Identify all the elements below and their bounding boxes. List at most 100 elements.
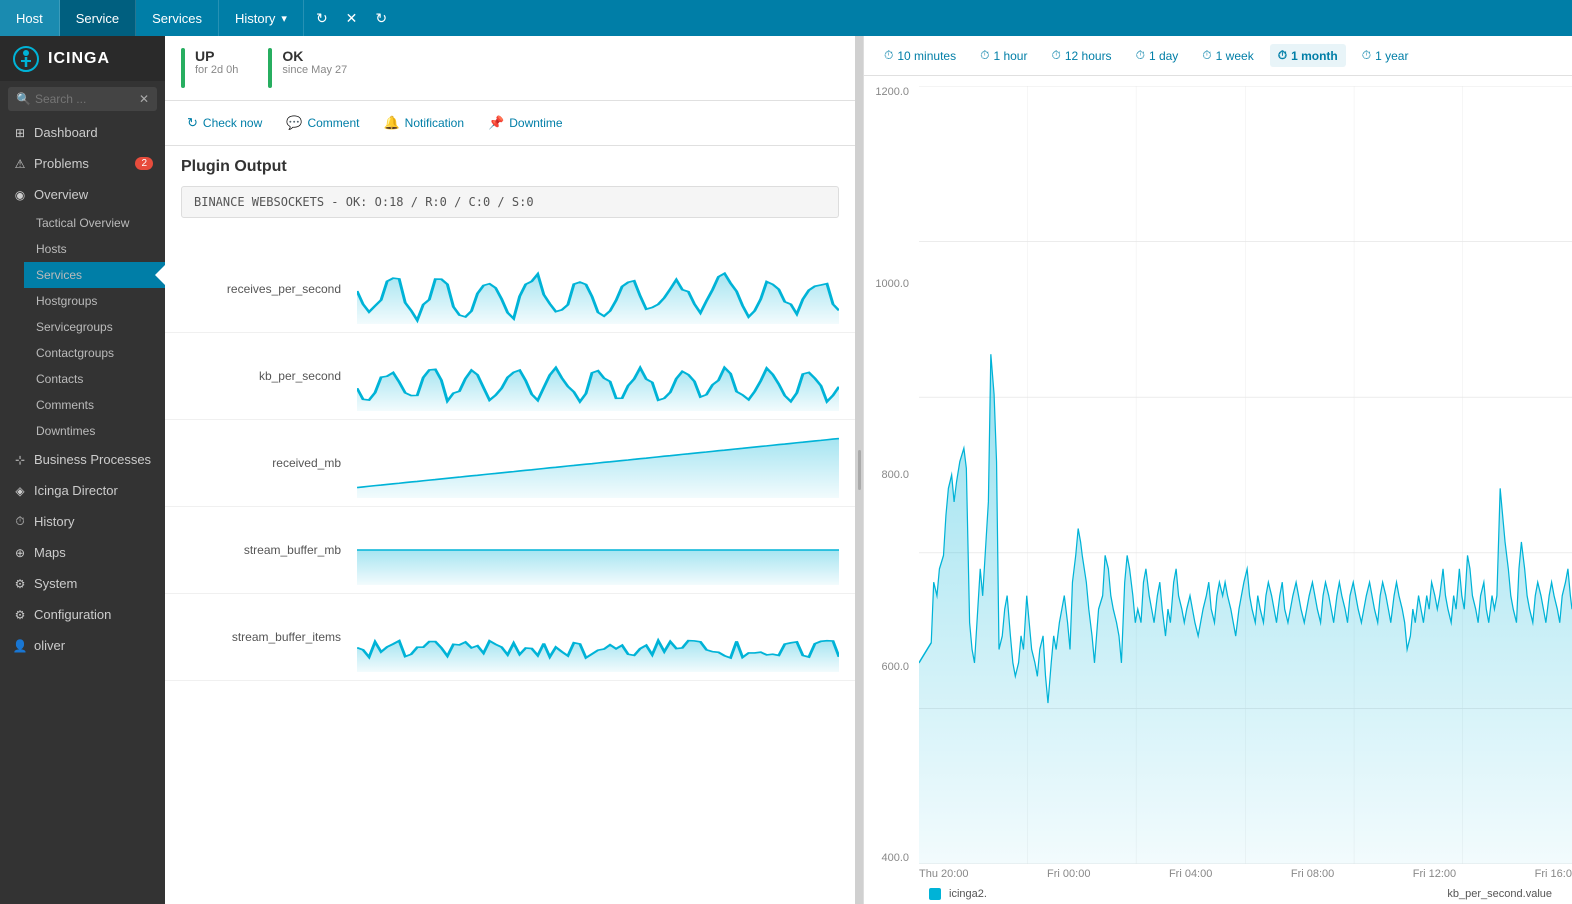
search-input[interactable] xyxy=(35,92,139,106)
legend-label: icinga2. xyxy=(949,888,987,900)
icinga-director-icon: ◈ xyxy=(12,484,28,498)
sidebar-item-user[interactable]: 👤 oliver xyxy=(0,630,165,661)
configuration-icon: ⚙ xyxy=(12,608,28,622)
clock-icon: ⏱ xyxy=(1202,48,1211,63)
check-now-button[interactable]: ↻ Check now xyxy=(181,111,268,135)
time-tab-10min[interactable]: ⏱10 minutes xyxy=(876,44,964,67)
sidebar-item-comments[interactable]: Comments xyxy=(24,392,165,418)
sidebar-search-bar[interactable]: 🔍 ✕ xyxy=(8,87,157,111)
sidebar-item-overview[interactable]: ◉ Overview xyxy=(0,179,165,210)
problems-badge: 2 xyxy=(135,157,153,170)
tab-host[interactable]: Host xyxy=(0,0,60,36)
chart-row-label: receives_per_second xyxy=(181,282,341,296)
check-now-icon: ↻ xyxy=(187,115,198,131)
up-status-indicator: UP for 2d 0h xyxy=(181,48,238,88)
time-tab-1year[interactable]: ⏱1 year xyxy=(1354,44,1417,67)
tab-services[interactable]: Services xyxy=(136,0,219,36)
sidebar-item-contactgroups[interactable]: Contactgroups xyxy=(24,340,165,366)
chart-legend: icinga2. kb_per_second.value xyxy=(919,884,1572,904)
sidebar-item-tactical-overview[interactable]: Tactical Overview xyxy=(24,210,165,236)
maps-icon: ⊕ xyxy=(12,546,28,560)
mini-charts-container: receives_per_second kb_per_second receiv xyxy=(165,246,855,681)
sidebar-item-business-processes[interactable]: ⊹ Business Processes xyxy=(0,444,165,475)
nav-reload-icon[interactable]: ↻ xyxy=(371,6,391,31)
sidebar-services-wrapper: Services xyxy=(24,262,165,288)
sidebar-item-hosts[interactable]: Hosts xyxy=(24,236,165,262)
comment-button[interactable]: 💬 Comment xyxy=(280,111,365,135)
time-range-tabs: ⏱10 minutes ⏱1 hour ⏱12 hours ⏱1 day ⏱1 week… xyxy=(864,36,1572,76)
chart-row: kb_per_second xyxy=(165,333,855,420)
x-axis-label: Fri 04:00 xyxy=(1169,868,1212,880)
ok-status-bar xyxy=(268,48,272,88)
comment-icon: 💬 xyxy=(286,115,302,131)
sidebar-item-system[interactable]: ⚙ System xyxy=(0,568,165,599)
y-axis-label: 400.0 xyxy=(868,852,915,864)
search-icon: 🔍 xyxy=(16,92,31,106)
chart-mini-svg xyxy=(357,341,839,411)
user-icon: 👤 xyxy=(12,639,28,653)
chart-mini-svg xyxy=(357,515,839,585)
y-axis-label: 600.0 xyxy=(868,661,915,673)
sidebar-item-icinga-director[interactable]: ◈ Icinga Director xyxy=(0,475,165,506)
clock-icon: ⏱ xyxy=(1051,48,1060,63)
y-axis-label: 1200.0 xyxy=(868,86,915,98)
ok-status-text: OK since May 27 xyxy=(282,48,347,76)
ok-status-indicator: OK since May 27 xyxy=(268,48,347,88)
clock-icon: ⏱ xyxy=(1278,48,1287,63)
top-nav-actions: ↻ ✕ ↻ xyxy=(312,6,391,31)
search-clear-icon[interactable]: ✕ xyxy=(139,92,149,106)
chart-row: receives_per_second xyxy=(165,246,855,333)
sidebar-item-hostgroups[interactable]: Hostgroups xyxy=(24,288,165,314)
chart-mini-svg xyxy=(357,254,839,324)
action-buttons: ↻ Check now 💬 Comment 🔔 Notification 📌 D… xyxy=(165,101,855,146)
x-axis-label: Fri 08:00 xyxy=(1291,868,1334,880)
nav-close-icon[interactable]: ✕ xyxy=(342,6,362,31)
system-icon: ⚙ xyxy=(12,577,28,591)
sidebar-item-configuration[interactable]: ⚙ Configuration xyxy=(0,599,165,630)
downtime-button[interactable]: 📌 Downtime xyxy=(482,111,569,135)
main-layout: icinga 🔍 ✕ ⊞ Dashboard ⚠ Problems 2 ◉ Ov… xyxy=(0,36,1572,904)
time-tab-12hours[interactable]: ⏱12 hours xyxy=(1043,44,1119,67)
up-duration-label: for 2d 0h xyxy=(195,64,238,76)
clock-icon: ⏱ xyxy=(1362,48,1371,63)
sidebar-logo: icinga xyxy=(0,36,165,81)
chart-row-label: stream_buffer_items xyxy=(181,630,341,644)
y-axis-label: 800.0 xyxy=(868,469,915,481)
right-panel: ⏱10 minutes ⏱1 hour ⏱12 hours ⏱1 day ⏱1 week… xyxy=(863,36,1572,904)
sidebar-item-downtimes[interactable]: Downtimes xyxy=(24,418,165,444)
history-icon: ⏱ xyxy=(12,514,28,529)
chart-mini-svg xyxy=(357,602,839,672)
plugin-output-section: Plugin Output BINANCE WEBSOCKETS - OK: O… xyxy=(165,146,855,246)
sidebar-item-problems[interactable]: ⚠ Problems 2 xyxy=(0,148,165,179)
downtime-icon: 📌 xyxy=(488,115,504,131)
chart-svg-area xyxy=(919,86,1572,864)
panel-divider[interactable] xyxy=(855,36,863,904)
sidebar-item-maps[interactable]: ⊕ Maps xyxy=(0,537,165,568)
dropdown-icon: ▾ xyxy=(281,12,287,25)
sidebar-item-servicegroups[interactable]: Servicegroups xyxy=(24,314,165,340)
sidebar-item-services[interactable]: Services xyxy=(24,262,165,288)
sidebar-item-dashboard[interactable]: ⊞ Dashboard xyxy=(0,117,165,148)
time-tab-1week[interactable]: ⏱1 week xyxy=(1194,44,1261,67)
legend-metric: kb_per_second.value xyxy=(1447,888,1572,900)
left-panel: UP for 2d 0h OK since May 27 ↻ Check now xyxy=(165,36,855,904)
main-chart-svg xyxy=(919,86,1572,864)
sidebar-item-contacts[interactable]: Contacts xyxy=(24,366,165,392)
x-axis-label: Fri 12:00 xyxy=(1413,868,1456,880)
clock-icon: ⏱ xyxy=(1136,48,1145,63)
tab-history[interactable]: History ▾ xyxy=(219,0,304,36)
overview-icon: ◉ xyxy=(12,188,28,202)
sidebar-item-history[interactable]: ⏱ History xyxy=(0,506,165,537)
x-axis-label: Thu 20:00 xyxy=(919,868,969,880)
ok-since-label: since May 27 xyxy=(282,64,347,76)
time-tab-1month[interactable]: ⏱1 month xyxy=(1270,44,1346,67)
time-tab-1day[interactable]: ⏱1 day xyxy=(1128,44,1187,67)
notification-button[interactable]: 🔔 Notification xyxy=(377,111,470,135)
business-processes-icon: ⊹ xyxy=(12,453,28,467)
sidebar-sub-items: Tactical Overview Hosts Services Hostgro… xyxy=(0,210,165,444)
tab-service[interactable]: Service xyxy=(60,0,136,36)
chart-row-label: stream_buffer_mb xyxy=(181,543,341,557)
time-tab-1hour[interactable]: ⏱1 hour xyxy=(972,44,1035,67)
nav-refresh-icon[interactable]: ↻ xyxy=(312,6,332,31)
up-status-bar xyxy=(181,48,185,88)
